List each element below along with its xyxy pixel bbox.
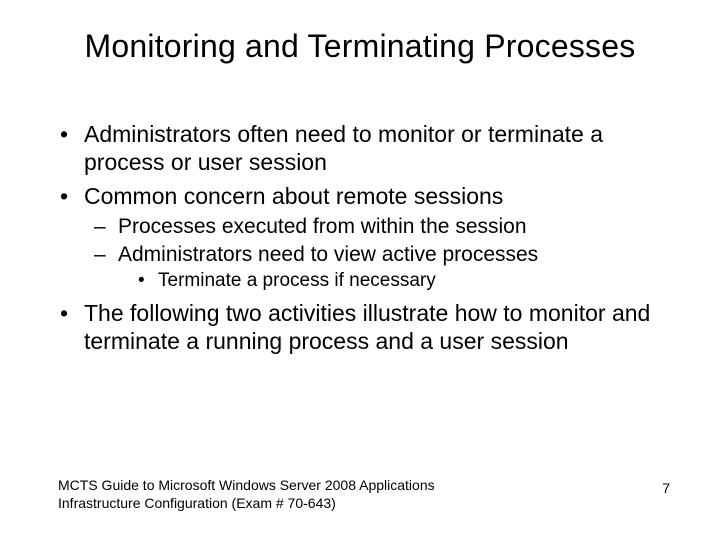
footer-source-line1: MCTS Guide to Microsoft Windows Server 2… [58,477,435,495]
bullet-item: Administrators need to view active proce… [90,242,680,293]
bullet-item: Common concern about remote sessions Pro… [58,182,680,292]
bullet-text: Processes executed from within the sessi… [118,215,527,238]
slide: Monitoring and Terminating Processes Adm… [0,0,720,540]
bullet-text: Terminate a process if necessary [158,270,436,291]
bullet-text: Common concern about remote sessions [84,183,503,209]
bullet-list-level2: Processes executed from within the sessi… [84,214,680,292]
footer-source: MCTS Guide to Microsoft Windows Server 2… [58,477,435,512]
bullet-item: Administrators often need to monitor or … [58,120,680,176]
bullet-item: Processes executed from within the sessi… [90,214,680,240]
bullet-item: The following two activities illustrate … [58,299,680,355]
page-number: 7 [662,480,670,496]
footer-source-line2: Infrastructure Configuration (Exam # 70-… [58,495,435,513]
slide-title: Monitoring and Terminating Processes [0,28,720,65]
bullet-list-level3: Terminate a process if necessary [118,269,680,292]
slide-body: Administrators often need to monitor or … [58,120,680,361]
bullet-text: The following two activities illustrate … [84,300,650,354]
bullet-list-level1: Administrators often need to monitor or … [58,120,680,355]
bullet-text: Administrators often need to monitor or … [84,121,603,175]
bullet-item: Terminate a process if necessary [136,269,680,292]
bullet-text: Administrators need to view active proce… [118,243,538,266]
